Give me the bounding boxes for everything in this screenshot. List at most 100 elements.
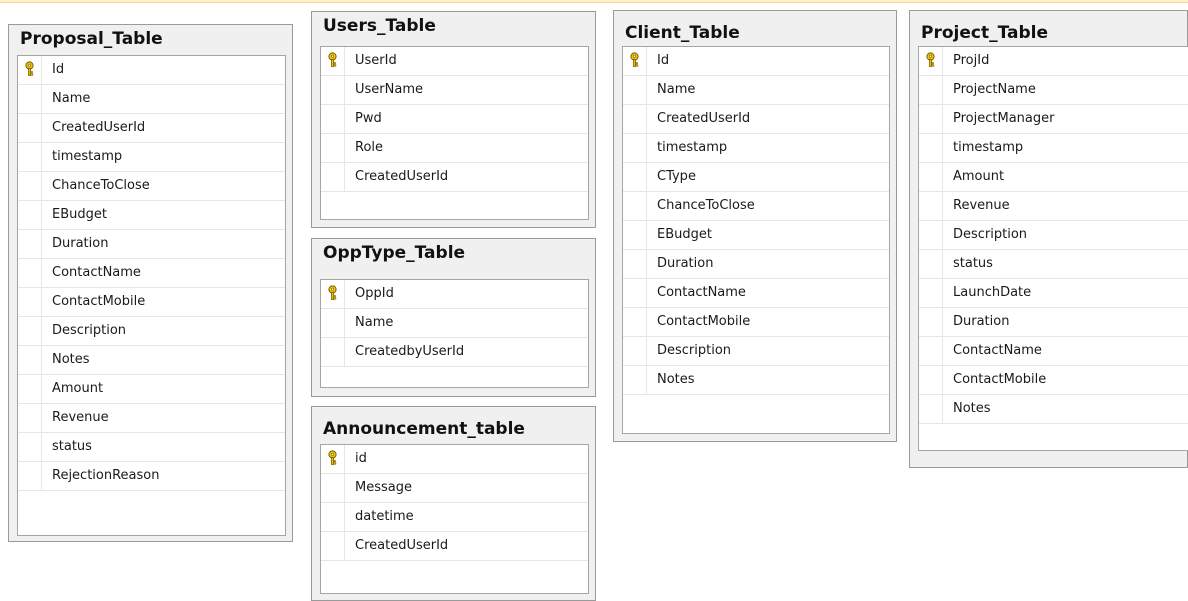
column-row[interactable]: LaunchDate (919, 279, 1188, 308)
column-row[interactable]: Amount (18, 375, 285, 404)
row-selector[interactable] (321, 338, 345, 366)
column-row[interactable]: Description (623, 337, 889, 366)
column-row[interactable]: ContactName (623, 279, 889, 308)
column-row[interactable]: Pwd (321, 105, 588, 134)
column-row[interactable]: ContactName (919, 337, 1188, 366)
column-row[interactable]: CreatedUserId (321, 163, 588, 192)
column-row[interactable]: EBudget (623, 221, 889, 250)
row-selector[interactable] (623, 47, 647, 75)
row-selector[interactable] (18, 288, 42, 316)
column-row[interactable]: Notes (919, 395, 1188, 424)
row-selector[interactable] (18, 85, 42, 113)
row-selector[interactable] (321, 532, 345, 560)
column-row[interactable]: Name (18, 85, 285, 114)
row-selector[interactable] (623, 279, 647, 307)
column-row[interactable]: Message (321, 474, 588, 503)
row-selector[interactable] (321, 163, 345, 191)
column-row[interactable]: status (919, 250, 1188, 279)
column-row[interactable]: timestamp (919, 134, 1188, 163)
column-row[interactable]: Role (321, 134, 588, 163)
row-selector[interactable] (18, 404, 42, 432)
row-selector[interactable] (623, 221, 647, 249)
column-row[interactable]: CreatedUserId (18, 114, 285, 143)
row-selector[interactable] (321, 309, 345, 337)
column-row[interactable]: Name (623, 76, 889, 105)
row-selector[interactable] (18, 230, 42, 258)
row-selector[interactable] (18, 143, 42, 171)
column-row[interactable]: timestamp (18, 143, 285, 172)
row-selector[interactable] (919, 395, 943, 423)
column-row[interactable]: UserName (321, 76, 588, 105)
row-selector[interactable] (18, 433, 42, 461)
row-selector[interactable] (623, 163, 647, 191)
row-selector[interactable] (623, 308, 647, 336)
row-selector[interactable] (321, 105, 345, 133)
column-row[interactable]: ChanceToClose (623, 192, 889, 221)
row-selector[interactable] (18, 462, 42, 490)
column-row[interactable]: Amount (919, 163, 1188, 192)
table-card-users[interactable]: Users_Table UserId UserName Pwd Role Created… (311, 11, 596, 228)
row-selector[interactable] (623, 105, 647, 133)
column-row[interactable]: datetime (321, 503, 588, 532)
row-selector[interactable] (18, 317, 42, 345)
row-selector[interactable] (18, 201, 42, 229)
table-card-proposal[interactable]: Proposal_Table Id Name CreatedUserId timest… (8, 24, 293, 542)
table-card-announcement[interactable]: Announcement_table id Message datetime Crea… (311, 406, 596, 601)
row-selector[interactable] (919, 308, 943, 336)
row-selector[interactable] (18, 375, 42, 403)
row-selector[interactable] (18, 259, 42, 287)
row-selector[interactable] (919, 250, 943, 278)
primary-key-row[interactable]: UserId (321, 47, 588, 76)
column-row[interactable]: CreatedUserId (321, 532, 588, 561)
row-selector[interactable] (919, 163, 943, 191)
table-card-project[interactable]: Project_Table ProjId ProjectName ProjectMa… (909, 10, 1188, 468)
row-selector[interactable] (919, 192, 943, 220)
column-row[interactable]: CType (623, 163, 889, 192)
row-selector[interactable] (623, 134, 647, 162)
column-row[interactable]: Duration (919, 308, 1188, 337)
row-selector[interactable] (321, 76, 345, 104)
table-card-client[interactable]: Client_Table Id Name CreatedUserId timestam… (613, 10, 897, 442)
column-row[interactable]: CreatedUserId (623, 105, 889, 134)
column-row[interactable]: Notes (623, 366, 889, 395)
column-row[interactable]: Revenue (18, 404, 285, 433)
row-selector[interactable] (919, 47, 943, 75)
row-selector[interactable] (623, 337, 647, 365)
row-selector[interactable] (18, 346, 42, 374)
row-selector[interactable] (18, 172, 42, 200)
row-selector[interactable] (623, 76, 647, 104)
column-row[interactable]: Name (321, 309, 588, 338)
primary-key-row[interactable]: OppId (321, 280, 588, 309)
row-selector[interactable] (18, 56, 42, 84)
column-row[interactable]: Revenue (919, 192, 1188, 221)
row-selector[interactable] (623, 192, 647, 220)
row-selector[interactable] (623, 250, 647, 278)
column-row[interactable]: ContactName (18, 259, 285, 288)
row-selector[interactable] (919, 221, 943, 249)
column-row[interactable]: ChanceToClose (18, 172, 285, 201)
row-selector[interactable] (919, 279, 943, 307)
row-selector[interactable] (321, 280, 345, 308)
primary-key-row[interactable]: id (321, 445, 588, 474)
row-selector[interactable] (321, 503, 345, 531)
column-row[interactable]: Description (919, 221, 1188, 250)
column-row[interactable]: ProjectManager (919, 105, 1188, 134)
row-selector[interactable] (919, 366, 943, 394)
column-row[interactable]: ProjectName (919, 76, 1188, 105)
primary-key-row[interactable]: Id (623, 47, 889, 76)
primary-key-row[interactable]: ProjId (919, 47, 1188, 76)
row-selector[interactable] (919, 105, 943, 133)
row-selector[interactable] (919, 337, 943, 365)
column-row[interactable]: Description (18, 317, 285, 346)
row-selector[interactable] (321, 134, 345, 162)
row-selector[interactable] (919, 134, 943, 162)
row-selector[interactable] (919, 76, 943, 104)
row-selector[interactable] (321, 445, 345, 473)
column-row[interactable]: status (18, 433, 285, 462)
row-selector[interactable] (623, 366, 647, 394)
column-row[interactable]: timestamp (623, 134, 889, 163)
column-row[interactable]: ContactMobile (623, 308, 889, 337)
column-row[interactable]: Duration (18, 230, 285, 259)
column-row[interactable]: ContactMobile (18, 288, 285, 317)
column-row[interactable]: ContactMobile (919, 366, 1188, 395)
